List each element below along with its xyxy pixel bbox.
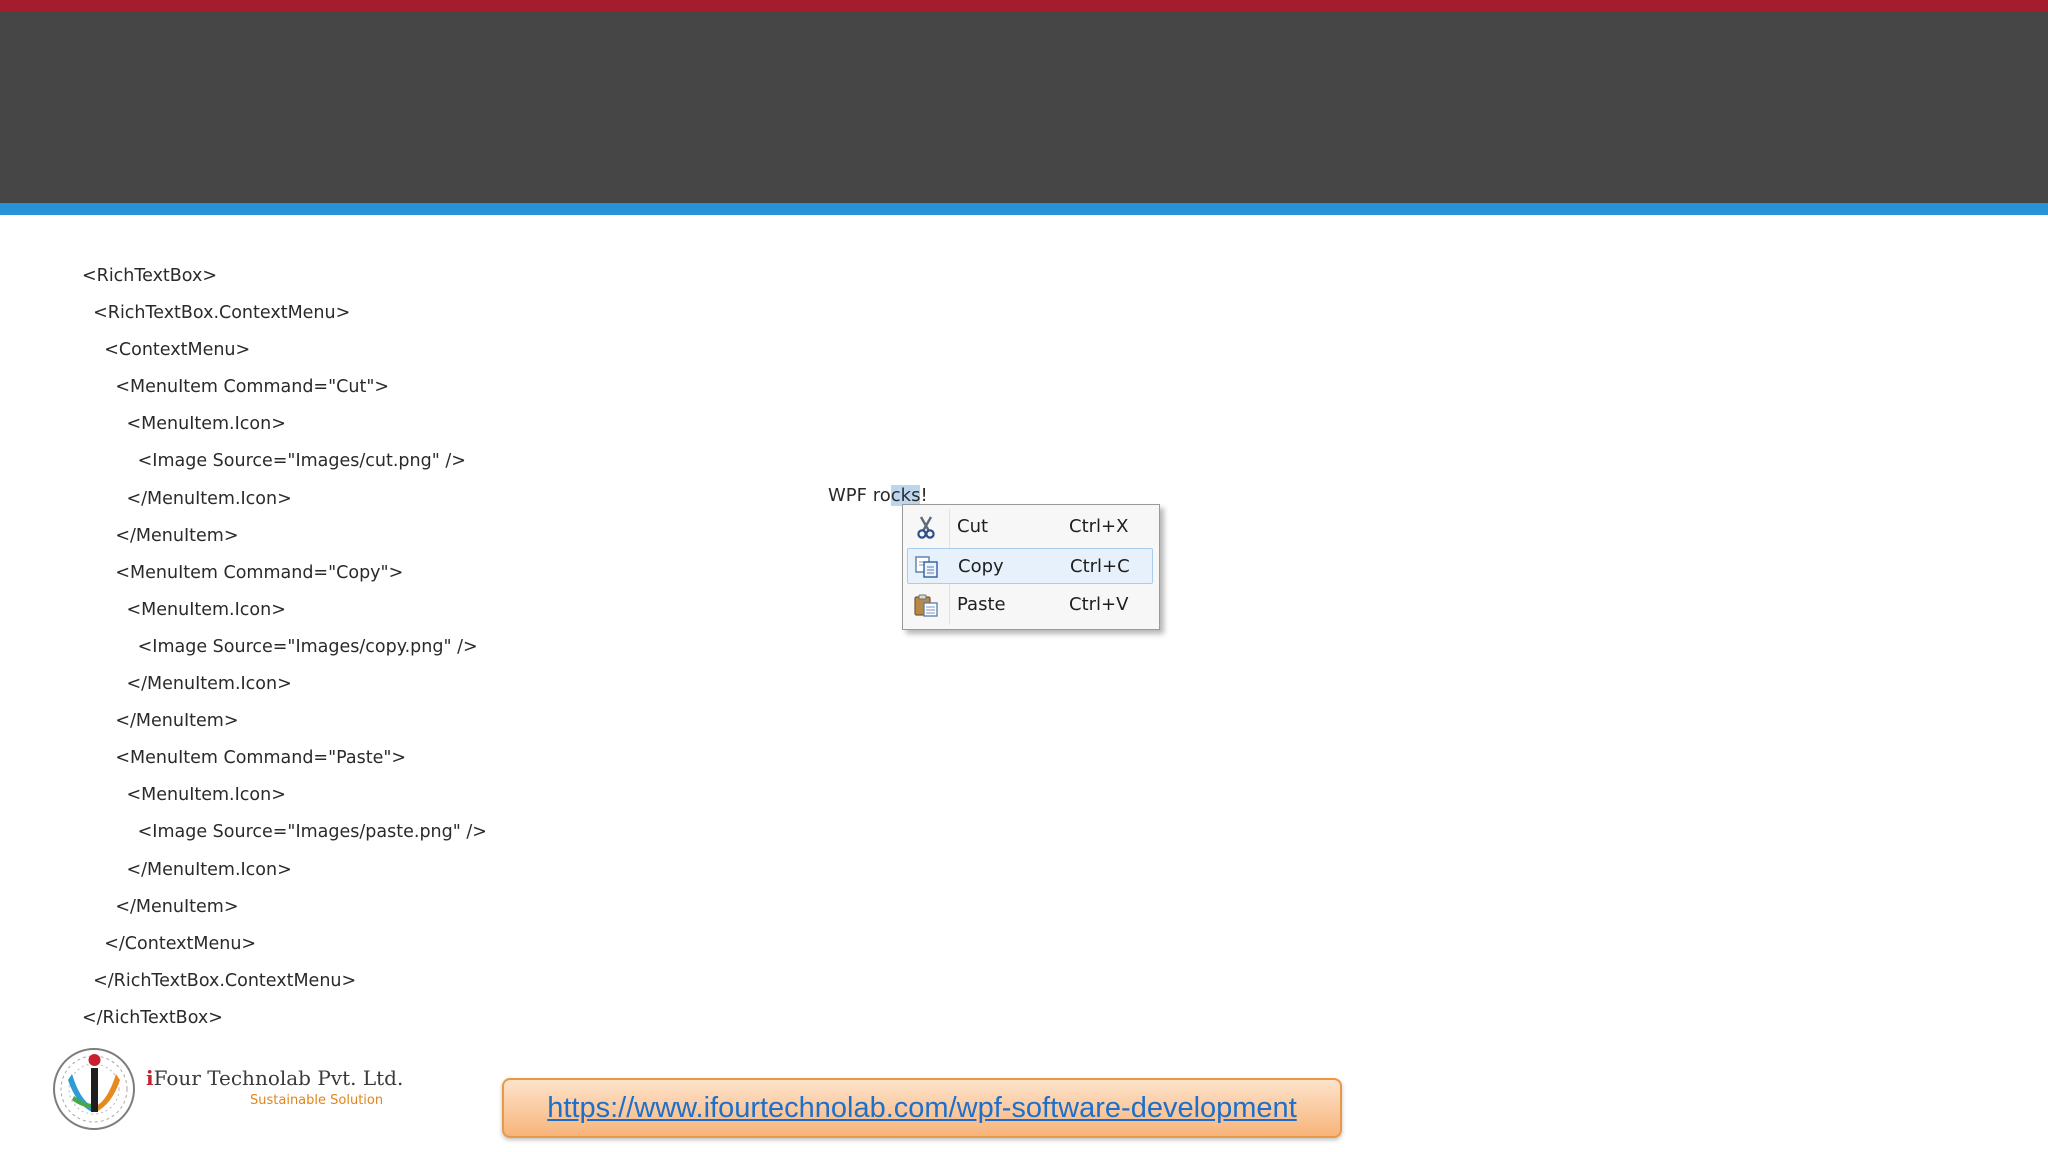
- ifour-logo: [50, 1046, 138, 1130]
- code-line: <Image Source="Images/paste.png" />: [82, 822, 487, 843]
- selected-text[interactable]: cks: [890, 485, 921, 506]
- code-line: </MenuItem.Icon>: [82, 674, 292, 695]
- header-divider: [0, 203, 2048, 215]
- company-tagline: Sustainable Solution: [250, 1093, 384, 1108]
- code-line: <Image Source="Images/cut.png" />: [82, 451, 466, 472]
- menu-item-copy[interactable]: Copy Ctrl+C: [907, 548, 1153, 584]
- company-name-rest: Four Technolab Pvt. Ltd.: [153, 1066, 404, 1090]
- code-line: </MenuItem>: [82, 896, 239, 917]
- code-line: </ContextMenu>: [82, 933, 257, 954]
- menu-item-label: Paste: [957, 594, 1006, 615]
- text-before-selection: WPF ro: [828, 485, 891, 506]
- menu-item-label: Cut: [957, 516, 989, 537]
- website-link[interactable]: https://www.ifourtechnolab.com/wpf-softw…: [547, 1092, 1297, 1124]
- code-line: <MenuItem.Icon>: [82, 785, 286, 806]
- xaml-code-block: <RichTextBox> <RichTextBox.ContextMenu> …: [82, 258, 487, 1037]
- paste-icon: [913, 592, 939, 618]
- slide-header-band: [0, 12, 2048, 203]
- code-line: <MenuItem Command="Cut">: [82, 377, 390, 398]
- menu-item-label: Copy: [958, 556, 1004, 577]
- code-line: <MenuItem Command="Copy">: [82, 562, 404, 583]
- company-initial: i: [146, 1066, 154, 1090]
- context-menu: Cut Ctrl+X Copy Ctrl+C Paste Ctrl+V: [902, 504, 1160, 630]
- code-line: <ContextMenu>: [82, 340, 251, 361]
- scissors-icon: [913, 514, 939, 540]
- code-line: </MenuItem>: [82, 711, 239, 732]
- code-line: </MenuItem.Icon>: [82, 859, 292, 880]
- code-line: </MenuItem>: [82, 525, 239, 546]
- code-line: <Image Source="Images/copy.png" />: [82, 636, 478, 657]
- code-line: <RichTextBox>: [82, 266, 217, 286]
- url-banner: https://www.ifourtechnolab.com/wpf-softw…: [502, 1078, 1342, 1138]
- menu-item-paste[interactable]: Paste Ctrl+V: [907, 587, 1153, 623]
- menu-item-shortcut: Ctrl+V: [1069, 594, 1129, 615]
- menu-item-shortcut: Ctrl+X: [1069, 516, 1129, 537]
- code-line: </MenuItem.Icon>: [82, 488, 292, 509]
- code-line: <MenuItem Command="Paste">: [82, 748, 407, 769]
- code-line: <MenuItem.Icon>: [82, 599, 286, 620]
- top-accent-bar: [0, 0, 2048, 12]
- code-line: </RichTextBox>: [82, 1007, 223, 1028]
- copy-icon: [914, 554, 940, 580]
- code-line: <MenuItem.Icon>: [82, 414, 286, 435]
- menu-item-cut[interactable]: Cut Ctrl+X: [907, 509, 1153, 545]
- company-name: iFour Technolab Pvt. Ltd.: [146, 1066, 403, 1090]
- text-after-selection: !: [920, 485, 928, 506]
- menu-item-shortcut: Ctrl+C: [1070, 556, 1130, 577]
- code-line: </RichTextBox.ContextMenu>: [82, 970, 357, 991]
- code-line: <RichTextBox.ContextMenu>: [82, 303, 351, 324]
